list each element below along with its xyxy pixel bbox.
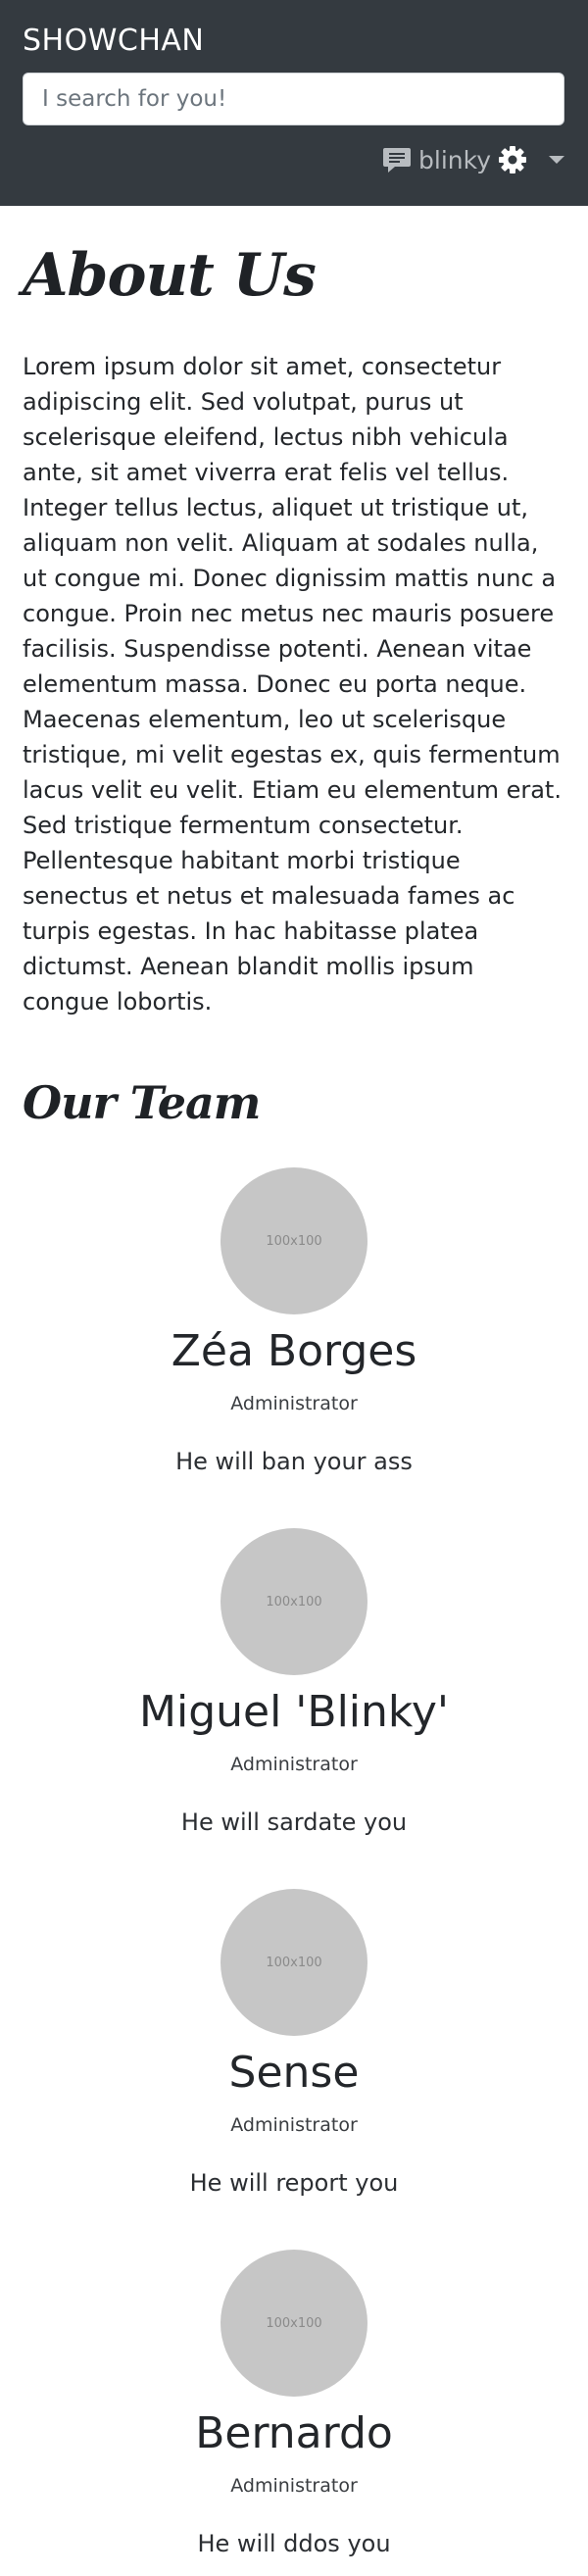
avatar: 100x100 <box>220 1889 368 2036</box>
team-member: 100x100 Sense Administrator He will repo… <box>0 1889 588 2197</box>
member-quote: He will sardate you <box>180 1808 408 1836</box>
avatar: 100x100 <box>220 1528 368 1675</box>
team-member: 100x100 Zéa Borges Administrator He will… <box>0 1167 588 1475</box>
member-quote: He will ddos you <box>197 2530 391 2557</box>
brand-logo[interactable]: SHOWCHAN <box>23 24 204 58</box>
member-quote: He will ban your ass <box>175 1448 413 1475</box>
team-member: 100x100 Bernardo Administrator He will d… <box>0 2250 588 2557</box>
member-role: Administrator <box>230 2475 358 2497</box>
caret-down-icon[interactable] <box>548 154 565 166</box>
member-name: Miguel 'Blinky' <box>139 1687 449 1737</box>
search-input[interactable] <box>23 73 564 125</box>
main-content: About Us Lorem ipsum dolor sit amet, con… <box>0 241 588 1129</box>
team-member: 100x100 Miguel 'Blinky' Administrator He… <box>0 1528 588 1836</box>
member-quote: He will report you <box>189 2169 399 2197</box>
member-role: Administrator <box>230 1754 358 1775</box>
about-title: About Us <box>23 241 317 310</box>
avatar: 100x100 <box>220 1167 368 1314</box>
member-name: Zéa Borges <box>171 1326 417 1376</box>
member-role: Administrator <box>230 2114 358 2136</box>
chat-icon[interactable] <box>381 144 413 175</box>
member-name: Sense <box>228 2048 360 2098</box>
avatar: 100x100 <box>220 2250 368 2397</box>
team-title: Our Team <box>23 1076 261 1129</box>
gear-icon[interactable] <box>497 144 528 175</box>
user-menu[interactable]: blinky <box>381 143 565 176</box>
member-name: Bernardo <box>195 2408 393 2458</box>
member-role: Administrator <box>230 1393 358 1414</box>
username-label[interactable]: blinky <box>418 146 491 174</box>
navbar: SHOWCHAN blinky <box>0 0 588 206</box>
about-text: Lorem ipsum dolor sit amet, consectetur … <box>23 353 562 1016</box>
